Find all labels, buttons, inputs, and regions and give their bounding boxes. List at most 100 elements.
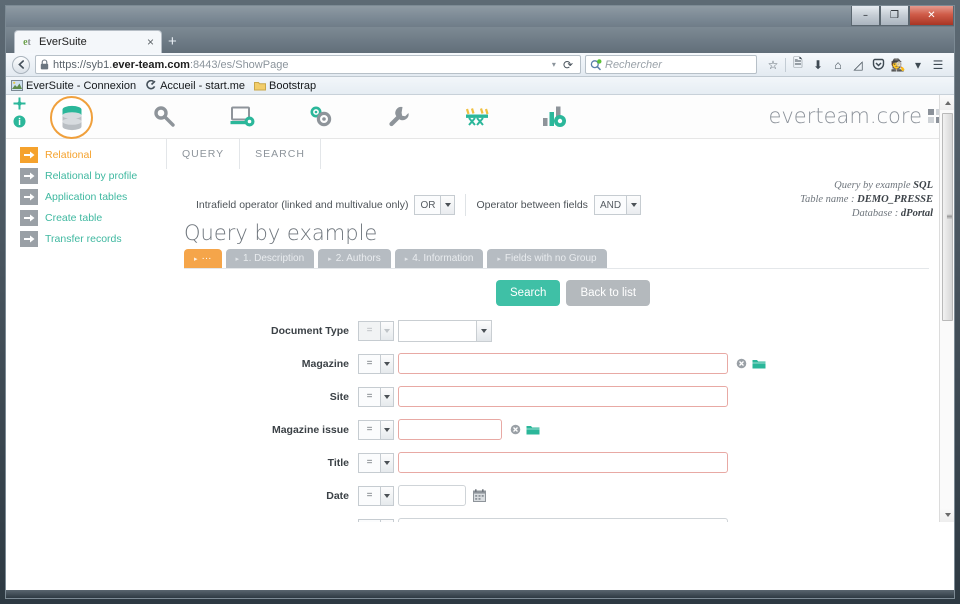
workflow-icon[interactable] xyxy=(438,95,516,139)
bookmark-label: Bootstrap xyxy=(269,79,317,92)
info-icon[interactable] xyxy=(12,114,26,128)
operator-select[interactable]: = xyxy=(358,485,394,506)
page-scrollbar[interactable]: ≡ xyxy=(939,95,954,522)
reader-list-icon[interactable]: 🗎 xyxy=(788,55,808,74)
sidebar-item-create-table[interactable]: Create table xyxy=(6,207,158,228)
tab-query[interactable]: QUERY xyxy=(166,139,241,169)
new-tab-button[interactable]: + xyxy=(168,33,177,50)
operator-select[interactable]: = xyxy=(358,518,394,522)
pocket-icon[interactable] xyxy=(868,55,888,74)
page-title: Query by example xyxy=(184,221,378,245)
info-line-database: Database : dPortal xyxy=(800,207,933,221)
tab-close-icon[interactable]: × xyxy=(144,35,157,49)
web-page-viewport: everteam.core Relational Relational by p… xyxy=(6,95,954,522)
eversuite-favicon: et xyxy=(23,36,31,48)
sidebar-navigation: Relational Relational by profile Applica… xyxy=(6,139,158,522)
form-row-site: Site = xyxy=(158,380,954,413)
form-row-document-type: Document Type = xyxy=(158,314,954,347)
group-tab-authors[interactable]: ▸ 2. Authors xyxy=(318,249,391,268)
search-key-icon[interactable] xyxy=(126,95,204,139)
sidebar-item-application-tables[interactable]: Application tables xyxy=(6,186,158,207)
chevron-right-icon: ▸ xyxy=(328,255,332,263)
overflow-caret-icon[interactable]: ▾ xyxy=(908,55,928,74)
operator-select[interactable]: = xyxy=(358,386,394,407)
sidebar-item-transfer-records[interactable]: Transfer records xyxy=(6,228,158,249)
bookmark-item[interactable]: Bootstrap xyxy=(254,80,316,92)
group-tab-overflow[interactable]: ▸ ··· xyxy=(184,249,222,268)
close-window-button[interactable]: ✕ xyxy=(909,6,954,26)
send-tab-icon[interactable]: ◿ xyxy=(848,55,868,74)
chevron-right-icon: ▸ xyxy=(194,255,198,263)
document-type-select[interactable] xyxy=(398,319,492,342)
keywords-input[interactable] xyxy=(398,518,728,522)
info-value: DEMO_PRESSE xyxy=(857,194,933,205)
clear-icon[interactable] xyxy=(508,423,522,437)
title-input[interactable] xyxy=(398,452,728,473)
folder-open-icon[interactable] xyxy=(734,522,748,523)
group-tab-information[interactable]: ▸ 4. Information xyxy=(394,249,484,268)
field-label: Site xyxy=(329,390,349,403)
sidebar-item-relational[interactable]: Relational xyxy=(6,144,158,165)
query-info-panel: Query by example SQL Table name : DEMO_P… xyxy=(800,179,933,221)
folder-open-icon[interactable] xyxy=(752,357,766,371)
intrafield-operator-select[interactable]: OR xyxy=(414,195,456,215)
group-tab-description[interactable]: ▸ 1. Description xyxy=(225,249,315,268)
maximize-button[interactable]: ❐ xyxy=(880,6,909,26)
field-label: Magazine xyxy=(301,357,349,370)
menu-hamburger-icon[interactable]: ☰ xyxy=(928,55,948,74)
search-button[interactable]: Search xyxy=(496,280,561,306)
magazine-issue-input[interactable] xyxy=(398,419,502,440)
url-bar[interactable]: https://syb1.ever-team.com:8443/es/ShowP… xyxy=(35,55,581,74)
browser-tab-title: EverSuite xyxy=(39,36,87,48)
site-input[interactable] xyxy=(398,386,728,407)
bookmarks-bar: EverSuite - Connexion Accueil - start.me… xyxy=(6,77,954,95)
window-controls: – ❐ ✕ xyxy=(851,6,954,27)
query-form: Document Type = Magazine = Site = Magazi… xyxy=(158,314,954,522)
operator-row: Intrafield operator (linked and multival… xyxy=(196,194,642,216)
magazine-input[interactable] xyxy=(398,353,728,374)
chevron-down-icon xyxy=(476,320,491,341)
reload-icon[interactable]: ⟳ xyxy=(560,58,576,72)
minimize-button[interactable]: – xyxy=(851,6,880,26)
url-dropdown-icon[interactable]: ▾ xyxy=(548,60,560,69)
operator-select[interactable]: = xyxy=(358,419,394,440)
browser-tab[interactable]: et EverSuite × xyxy=(14,30,162,53)
sidebar-item-label: Relational by profile xyxy=(45,169,138,182)
sidebar-item-relational-by-profile[interactable]: Relational by profile xyxy=(6,165,158,186)
search-bar[interactable]: Rechercher xyxy=(585,55,757,74)
row-icons xyxy=(734,357,766,371)
folder-open-icon[interactable] xyxy=(526,423,540,437)
monitor-settings-icon[interactable] xyxy=(204,95,282,139)
group-tab-label: 1. Description xyxy=(243,253,305,264)
bookmark-star-icon[interactable]: ☆ xyxy=(763,55,783,74)
clear-icon[interactable] xyxy=(734,357,748,371)
bookmark-item[interactable]: EverSuite - Connexion xyxy=(11,80,136,92)
date-input[interactable] xyxy=(398,485,466,506)
move-icon[interactable] xyxy=(12,96,26,110)
gears-icon[interactable] xyxy=(282,95,360,139)
database-icon-badge[interactable] xyxy=(50,96,93,139)
tab-search[interactable]: SEARCH xyxy=(240,139,321,169)
home-icon[interactable]: ⌂ xyxy=(828,55,848,74)
download-icon[interactable]: ⬇ xyxy=(808,55,828,74)
group-tab-fields-no-group[interactable]: ▸ Fields with no Group xyxy=(487,249,607,268)
between-fields-operator-select[interactable]: AND xyxy=(593,195,642,215)
calendar-icon[interactable] xyxy=(472,489,486,503)
chart-settings-icon[interactable] xyxy=(516,95,594,139)
chevron-down-icon xyxy=(380,453,393,472)
wrench-icon[interactable] xyxy=(360,95,438,139)
addon-icon[interactable]: 🕵 xyxy=(888,55,908,74)
operator-select[interactable]: = xyxy=(358,353,394,374)
back-to-list-button[interactable]: Back to list xyxy=(566,280,651,306)
close-icon: ✕ xyxy=(927,9,936,21)
operator-select[interactable]: = xyxy=(358,452,394,473)
scroll-up-button[interactable] xyxy=(940,95,954,110)
scroll-down-button[interactable] xyxy=(940,507,954,522)
form-row-magazine-issue: Magazine issue = xyxy=(158,413,954,446)
scrollbar-thumb[interactable]: ≡ xyxy=(942,113,953,321)
back-button[interactable] xyxy=(12,55,30,74)
chevron-right-icon: ▸ xyxy=(497,255,501,263)
bookmark-item[interactable]: Accueil - start.me xyxy=(145,80,245,92)
group-tabs: ▸ ··· ▸ 1. Description ▸ 2. Authors ▸ 4.… xyxy=(184,249,607,268)
arrow-right-icon xyxy=(20,230,38,247)
